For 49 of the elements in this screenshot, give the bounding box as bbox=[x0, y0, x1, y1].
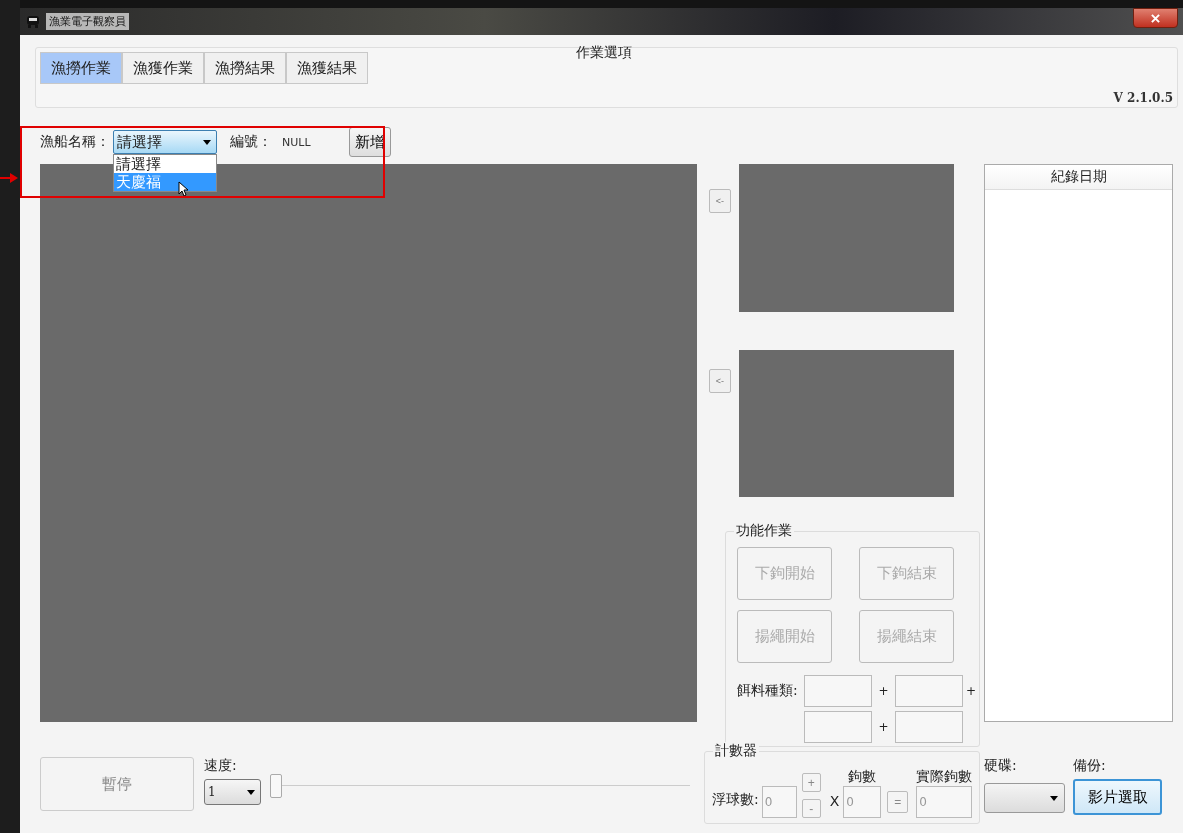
caret-icon bbox=[1050, 795, 1058, 801]
plus-sign: + bbox=[877, 720, 890, 734]
tab[interactable]: 漁獲作業 bbox=[122, 52, 204, 84]
close-icon bbox=[1151, 13, 1160, 23]
vessel-name-label: 漁船名稱： bbox=[40, 133, 110, 151]
back-button[interactable]: <- bbox=[709, 369, 731, 393]
plus-sign: + bbox=[964, 684, 978, 698]
actual-hook-count-field[interactable]: 0 bbox=[916, 786, 973, 818]
app-icon bbox=[26, 14, 40, 29]
speed-select[interactable]: 1 bbox=[204, 779, 261, 805]
backup-label: 備份: bbox=[1073, 757, 1107, 775]
dropdown-option[interactable]: 請選擇 bbox=[114, 155, 216, 173]
disk-label: 硬碟: bbox=[984, 757, 1018, 775]
tab[interactable]: 漁獲結果 bbox=[286, 52, 368, 84]
arrow-icon bbox=[0, 172, 18, 184]
float-count-label: 浮球數: bbox=[712, 791, 759, 809]
float-count-field[interactable]: 0 bbox=[761, 786, 797, 818]
dropdown-option[interactable]: 天慶福 bbox=[114, 173, 216, 191]
group-title: 功能作業 bbox=[734, 522, 794, 540]
bait-label: 餌料種類: bbox=[737, 682, 799, 700]
select-video-button[interactable]: 影片選取 bbox=[1073, 779, 1162, 815]
close-button[interactable] bbox=[1133, 8, 1178, 28]
vessel-select[interactable]: 請選擇 bbox=[113, 130, 217, 154]
slider-thumb[interactable] bbox=[270, 774, 282, 798]
id-label: 編號： bbox=[230, 133, 272, 151]
decrement-button[interactable]: - bbox=[801, 799, 821, 818]
caret-icon bbox=[247, 789, 255, 795]
bait-field[interactable] bbox=[804, 711, 872, 743]
tab[interactable]: 漁撈作業 bbox=[40, 52, 122, 84]
panel-title: 作業選項 bbox=[576, 44, 632, 62]
window-title: 漁業電子觀察員 bbox=[46, 13, 129, 30]
bait-field[interactable] bbox=[895, 675, 963, 707]
hook-count-field[interactable]: 0 bbox=[843, 786, 882, 818]
group-title: 計數器 bbox=[713, 742, 759, 760]
disk-select[interactable] bbox=[984, 783, 1065, 813]
bait-field[interactable] bbox=[804, 675, 872, 707]
tab[interactable]: 漁撈結果 bbox=[204, 52, 286, 84]
id-value: NULL bbox=[282, 135, 311, 149]
equals-button[interactable]: = bbox=[887, 791, 909, 813]
caret-icon bbox=[203, 139, 211, 145]
back-button[interactable]: <- bbox=[709, 189, 731, 213]
hook-count-label: 鉤數 bbox=[848, 768, 877, 786]
multiply-sign: X bbox=[829, 793, 840, 809]
version-label: V 2.1.0.5 bbox=[1113, 91, 1173, 105]
increment-button[interactable]: + bbox=[801, 773, 821, 792]
bait-field[interactable] bbox=[895, 711, 963, 743]
speed-label: 速度: bbox=[204, 757, 238, 775]
plus-sign: + bbox=[877, 684, 890, 698]
actual-hook-count-label: 實際鉤數 bbox=[916, 768, 973, 786]
